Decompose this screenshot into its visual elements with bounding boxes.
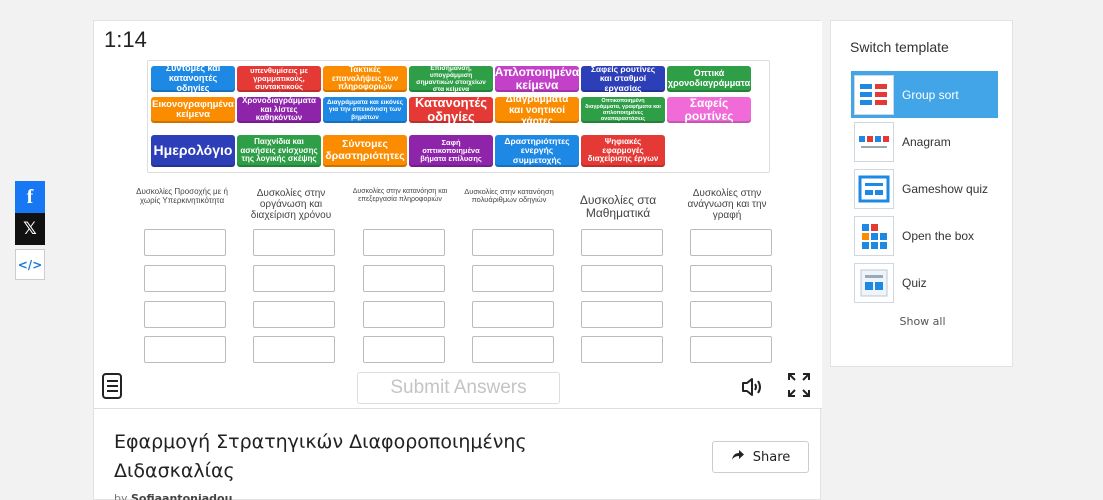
sound-icon[interactable] bbox=[741, 376, 765, 403]
drop-slot[interactable] bbox=[690, 301, 772, 328]
group-sort-icon bbox=[854, 74, 894, 115]
activity-info: Εφαρμογή Στρατηγικών Διαφοροποιημένης Δι… bbox=[94, 409, 822, 500]
template-quiz[interactable]: Quiz bbox=[851, 259, 998, 306]
draggable-tile[interactable]: Παιχνίδια και ασκήσεις ενίσχυσης της λογ… bbox=[237, 135, 321, 167]
draggable-tile[interactable]: Σύντομες δραστηριότητες bbox=[323, 135, 407, 167]
fullscreen-icon[interactable] bbox=[786, 371, 812, 399]
drop-slot[interactable] bbox=[144, 265, 226, 292]
facebook-icon[interactable]: f bbox=[15, 181, 45, 213]
group-header: Δυσκολίες στα Μαθηματικά bbox=[579, 193, 657, 221]
author-link[interactable]: Sofiaantoniadou bbox=[131, 492, 232, 500]
draggable-tile[interactable]: Σαφή οπτικοποιημένα βήματα επίλυσης bbox=[409, 135, 493, 167]
game-stage: 1:14 Σύντομες και κατανοητές οδηγίεςΟπτι… bbox=[94, 21, 822, 409]
timer: 1:14 bbox=[104, 27, 147, 52]
draggable-tile[interactable]: Σαφείς ρουτίνες και σταθμοί εργασίας bbox=[581, 66, 665, 92]
share-label: Share bbox=[752, 449, 791, 465]
drop-slot[interactable] bbox=[581, 229, 663, 256]
anagram-icon bbox=[854, 121, 894, 162]
group-header: Δυσκολίες στην κατανόηση πολυάριθμων οδη… bbox=[464, 187, 554, 205]
drop-slot[interactable] bbox=[690, 229, 772, 256]
draggable-tile[interactable]: Τακτικές επαναλήψεις των πληροφοριών bbox=[323, 66, 407, 92]
drop-slot[interactable] bbox=[253, 229, 335, 256]
social-share-bar: f 𝕏 </> bbox=[15, 181, 45, 280]
draggable-tile[interactable]: Οπτικές υπενθυμίσεις με γραμματικούς, συ… bbox=[237, 66, 321, 92]
byline: by Sofiaantoniadou bbox=[114, 492, 232, 500]
share-button[interactable]: Share bbox=[712, 441, 809, 473]
group-headers: Δυσκολίες Προσοχής με ή χωρίς Υπερκινητι… bbox=[134, 187, 784, 230]
drop-slot[interactable] bbox=[363, 265, 445, 292]
template-label: Anagram bbox=[902, 134, 951, 149]
template-anagram[interactable]: Anagram bbox=[851, 118, 998, 165]
drop-slot[interactable] bbox=[690, 336, 772, 363]
drop-slot[interactable] bbox=[144, 229, 226, 256]
template-open-the-box[interactable]: Open the box bbox=[851, 212, 998, 259]
draggable-tile[interactable]: Κατανοητές οδηγίες bbox=[409, 97, 493, 123]
draggable-tile[interactable]: Ψηφιακές εφαρμογές διαχείρισης έργων bbox=[581, 135, 665, 167]
template-label: Group sort bbox=[902, 87, 959, 102]
drop-slot[interactable] bbox=[472, 301, 554, 328]
drop-slot[interactable] bbox=[581, 301, 663, 328]
draggable-tile[interactable]: Σαφείς ρουτίνες bbox=[667, 97, 751, 123]
share-arrow-icon bbox=[731, 449, 745, 465]
draggable-tile[interactable]: Επισήμανση, υπογράμμιση σημαντικών στοιχ… bbox=[409, 66, 493, 92]
drop-slot[interactable] bbox=[363, 336, 445, 363]
drop-slot[interactable] bbox=[144, 301, 226, 328]
drop-slot[interactable] bbox=[253, 265, 335, 292]
drop-slot[interactable] bbox=[363, 229, 445, 256]
show-all-link[interactable]: Show all bbox=[831, 315, 1014, 328]
draggable-tile[interactable]: Δραστηριότητες ενεργής συμμετοχής bbox=[495, 135, 579, 167]
submit-answers-button[interactable]: Submit Answers bbox=[357, 372, 560, 404]
activity-title: Εφαρμογή Στρατηγικών Διαφοροποιημένης Δι… bbox=[114, 431, 527, 483]
switch-template-title: Switch template bbox=[850, 39, 949, 55]
open-the-box-icon bbox=[854, 215, 894, 256]
drop-slot[interactable] bbox=[253, 301, 335, 328]
draggable-tile[interactable]: Απλοποιημένα κείμενα bbox=[495, 66, 579, 92]
byline-prefix: by bbox=[114, 492, 128, 500]
group-header: Δυσκολίες στην ανάγνωση και την γραφή bbox=[687, 188, 767, 222]
drop-slot[interactable] bbox=[581, 336, 663, 363]
quiz-icon bbox=[854, 262, 894, 303]
drop-slot[interactable] bbox=[363, 301, 445, 328]
template-switcher: Switch template Group sort Anagram Games… bbox=[830, 20, 1013, 367]
template-group-sort[interactable]: Group sort bbox=[851, 71, 998, 118]
menu-icon[interactable] bbox=[102, 373, 122, 399]
drop-slot[interactable] bbox=[253, 336, 335, 363]
drop-slot[interactable] bbox=[144, 336, 226, 363]
drop-slot[interactable] bbox=[581, 265, 663, 292]
embed-icon[interactable]: </> bbox=[15, 249, 45, 280]
draggable-tile[interactable]: Οπτικά χρονοδιαγράμματα bbox=[667, 66, 751, 92]
draggable-tile[interactable]: Χρονοδιαγράμματα και λίστες καθηκόντων bbox=[237, 97, 321, 123]
drop-slot[interactable] bbox=[472, 336, 554, 363]
drop-slot[interactable] bbox=[472, 265, 554, 292]
drop-slot[interactable] bbox=[472, 229, 554, 256]
template-gameshow-quiz[interactable]: Gameshow quiz bbox=[851, 165, 998, 212]
draggable-tile[interactable]: Ημερολόγιο bbox=[151, 135, 235, 167]
drop-slot[interactable] bbox=[690, 265, 772, 292]
draggable-tile[interactable]: Διαγράμματα και νοητικοί χάρτες bbox=[495, 97, 579, 123]
draggable-tile[interactable]: Οπτικοποιημένη διαγράμματα, γραφήματα κα… bbox=[581, 97, 665, 123]
gameshow-quiz-icon bbox=[854, 168, 894, 209]
template-label: Open the box bbox=[902, 228, 975, 243]
tile-tray: Σύντομες και κατανοητές οδηγίεςΟπτικές υ… bbox=[147, 60, 770, 173]
template-label: Gameshow quiz bbox=[902, 181, 989, 196]
draggable-tile[interactable]: Διαγράμματα και εικόνες για την απεικόνι… bbox=[323, 97, 407, 123]
draggable-tile[interactable]: Σύντομες και κατανοητές οδηγίες bbox=[151, 66, 235, 92]
draggable-tile[interactable]: Εικονογραφημένα κείμενα bbox=[151, 97, 235, 123]
x-twitter-icon[interactable]: 𝕏 bbox=[15, 213, 45, 245]
group-header: Δυσκολίες στην οργάνωση και διαχείριση χ… bbox=[250, 188, 332, 222]
template-label: Quiz bbox=[902, 275, 927, 290]
group-header: Δυσκολίες στην κατανόηση και επεξεργασία… bbox=[352, 188, 448, 203]
group-header: Δυσκολίες Προσοχής με ή χωρίς Υπερκινητι… bbox=[136, 187, 228, 205]
activity-card: 1:14 Σύντομες και κατανοητές οδηγίεςΟπτι… bbox=[93, 20, 822, 500]
